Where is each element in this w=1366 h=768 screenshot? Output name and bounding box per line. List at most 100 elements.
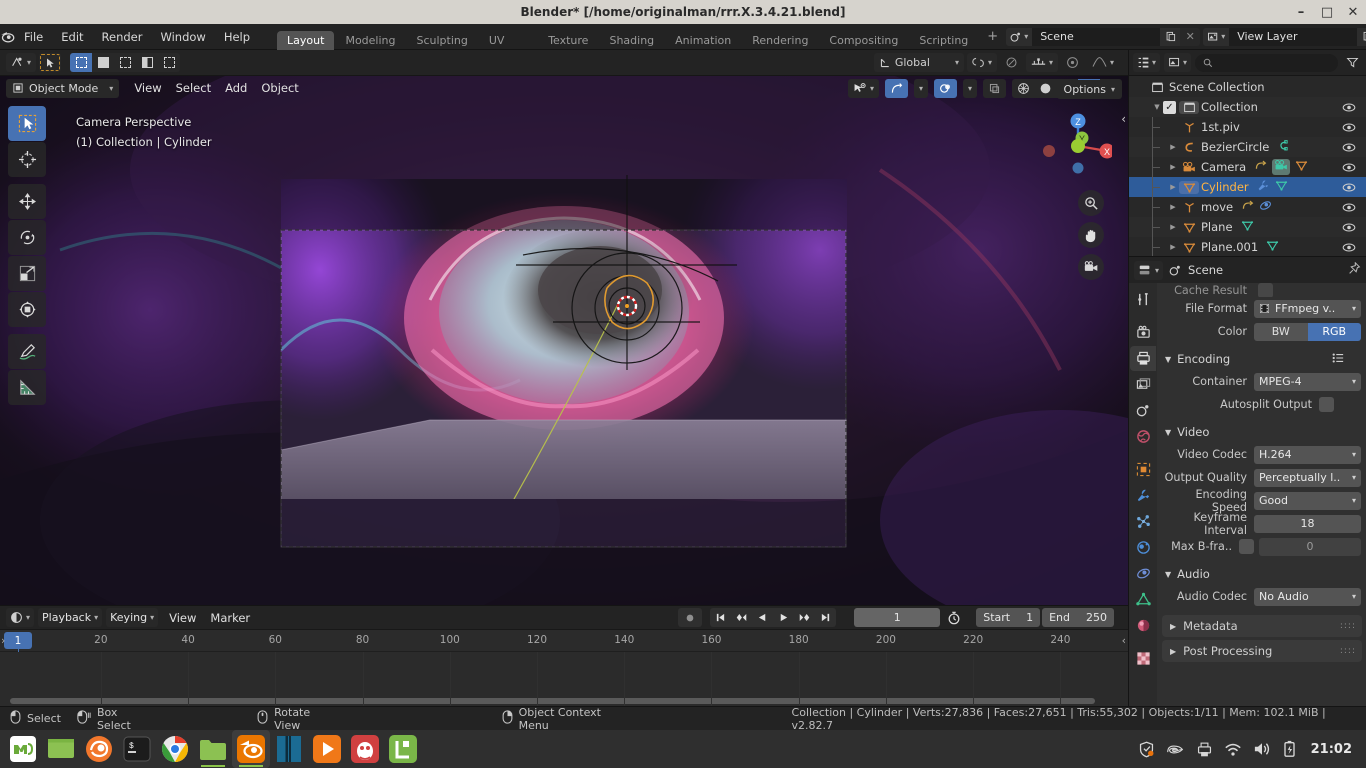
current-frame-field[interactable]: 1 [854,608,941,627]
tab-tool[interactable] [1130,287,1156,312]
tab-material[interactable] [1130,613,1156,638]
eye-icon[interactable] [1342,97,1356,117]
camera-view-icon[interactable] [1078,254,1104,280]
properties-editor-type-button[interactable]: ▾ [1134,260,1164,280]
eye-icon[interactable] [1342,137,1356,157]
scene-name-field[interactable]: Scene [1032,27,1161,46]
constraint-icon[interactable] [1254,159,1267,175]
autosplit-checkbox[interactable] [1319,397,1334,412]
outliner-display-mode-button[interactable]: ▾ [1164,53,1192,72]
viewport-menu-view[interactable]: View [127,81,168,95]
tab-constraints[interactable] [1130,561,1156,586]
top-menu-render[interactable]: Render [93,27,152,47]
new-view-layer-button[interactable] [1357,27,1366,46]
view-layer-selector[interactable]: ▾ View Layer ✕ [1203,27,1366,46]
outliner-row-1st-piv[interactable]: 1st.piv [1129,117,1366,137]
tab-render[interactable] [1130,320,1156,345]
jump-to-start-button[interactable] [710,608,731,627]
modifier-icon[interactable] [1257,179,1270,195]
taskbar-vscode-icon[interactable] [270,730,308,768]
tab-output[interactable] [1130,346,1156,371]
taskbar-libreoffice-icon[interactable] [384,730,422,768]
move-tool-button[interactable] [8,184,46,219]
output-quality-dropdown[interactable]: Perceptually l.. ▾ [1254,468,1361,487]
color-bw-button[interactable]: BW [1254,322,1308,341]
play-button[interactable] [773,608,794,627]
timeline-editor-type-button[interactable]: ▾ [6,608,35,627]
properties-tab-column[interactable] [1129,283,1157,707]
mesh-data-icon[interactable] [1266,239,1279,255]
chevron-down-icon[interactable]: ▼ [1151,103,1163,111]
color-mode-toggle[interactable]: BW RGB [1254,322,1361,341]
mesh-data-icon[interactable] [1241,219,1254,235]
outliner-row-plane[interactable]: ▶ Plane [1129,217,1366,237]
solid-shading-button[interactable] [1034,79,1056,98]
outliner-tree[interactable]: Scene Collection ▼ ✓ Collection 1st.piv ▶ Bezi… [1129,76,1366,257]
eye-icon[interactable] [1342,217,1356,237]
outliner-row-camera[interactable]: ▶ Camera [1129,157,1366,177]
tab-particles[interactable] [1130,509,1156,534]
measure-tool-button[interactable] [8,370,46,405]
max-bframes-checkbox[interactable] [1239,539,1254,554]
view-layer-name-field[interactable]: View Layer [1229,27,1358,46]
minimize-button[interactable]: – [1294,5,1308,19]
rotate-tool-button[interactable] [8,220,46,255]
add-workspace-button[interactable]: + [979,27,1006,46]
properties-editor[interactable]: ▾ Scene Cache Result File Format FFmpeg … [1128,256,1366,707]
options-dropdown[interactable]: Options ▾ [1056,80,1122,99]
wifi-icon[interactable] [1224,742,1242,757]
overlays-options-dropdown[interactable]: ▾ [962,78,977,98]
select-intersect-button[interactable] [158,53,180,72]
transform-orientation-dropdown[interactable]: Global ▾ [873,53,964,72]
snap-increment-button[interactable]: ▾ [1025,53,1058,72]
outliner-editor[interactable]: ▾ ▾ Scene Collection ▼ ✓ Collection 1st.piv ▶… [1128,50,1366,257]
play-reverse-button[interactable] [752,608,773,627]
tab-world[interactable] [1130,424,1156,449]
workspace-tab-rendering[interactable]: Rendering [742,31,818,50]
select-invert-button[interactable] [136,53,158,72]
annotate-tool-button[interactable] [8,334,46,369]
printer-icon[interactable] [1196,741,1213,758]
pin-icon[interactable] [1348,261,1361,278]
outliner-row-plane-001[interactable]: ▶ Plane.001 [1129,237,1366,257]
taskbar-video-player-icon[interactable] [308,730,346,768]
taskbar-clock[interactable]: 21:02 [1311,742,1352,757]
camera-data-icon[interactable] [1272,159,1291,175]
viewport-menu-select[interactable]: Select [169,81,218,95]
scene-selector[interactable]: ▾ Scene ✕ [1006,27,1201,46]
tab-texture[interactable] [1130,646,1156,671]
viewport-navigation-gizmo[interactable]: Z X Y [1036,106,1112,182]
constraint-icon[interactable] [1241,199,1254,215]
prev-keyframe-button[interactable] [731,608,752,627]
timeline-horizontal-scrollbar[interactable] [10,698,1095,704]
select-mode-group[interactable] [70,53,181,72]
new-scene-button[interactable] [1160,27,1181,46]
workspace-tab-scripting[interactable]: Scripting [909,31,978,50]
taskbar-chrome-icon[interactable] [156,730,194,768]
workspace-tab-sculpting[interactable]: Sculpting [407,31,478,50]
eye-icon[interactable] [1342,157,1356,177]
tweak-tool-button[interactable] [8,106,46,141]
encoding-speed-dropdown[interactable]: Good ▾ [1254,491,1361,510]
presets-icon[interactable] [1331,352,1345,367]
taskbar-files-icon[interactable] [194,730,232,768]
chevron-right-icon[interactable]: ▶ [1167,163,1179,171]
gizmo-options-dropdown[interactable]: ▾ [913,78,928,98]
workspace-tab-texture-paint[interactable]: Texture Paint [538,31,598,66]
chevron-right-icon[interactable]: ▶ [1167,203,1179,211]
tab-physics[interactable] [1130,535,1156,560]
top-menu-edit[interactable]: Edit [52,27,92,47]
eye-icon[interactable] [1342,177,1356,197]
close-button[interactable]: ✕ [1346,5,1360,19]
start-frame-field[interactable]: Start 1 [976,608,1041,627]
outliner-filter-icon[interactable] [1342,53,1362,72]
top-menu-file[interactable]: File [15,27,52,47]
taskbar-gimp-icon[interactable] [346,730,384,768]
animation-icon[interactable] [1259,199,1272,215]
object-mode-dropdown[interactable]: Object Mode ▾ [6,78,120,98]
collection-checkbox[interactable]: ✓ [1163,100,1176,114]
keying-dropdown[interactable]: Keying ▾ [106,608,159,627]
proportional-edit-button[interactable] [1000,53,1023,72]
chevron-right-icon[interactable]: ▶ [1167,183,1179,191]
workspace-tab-animation[interactable]: Animation [665,31,741,50]
